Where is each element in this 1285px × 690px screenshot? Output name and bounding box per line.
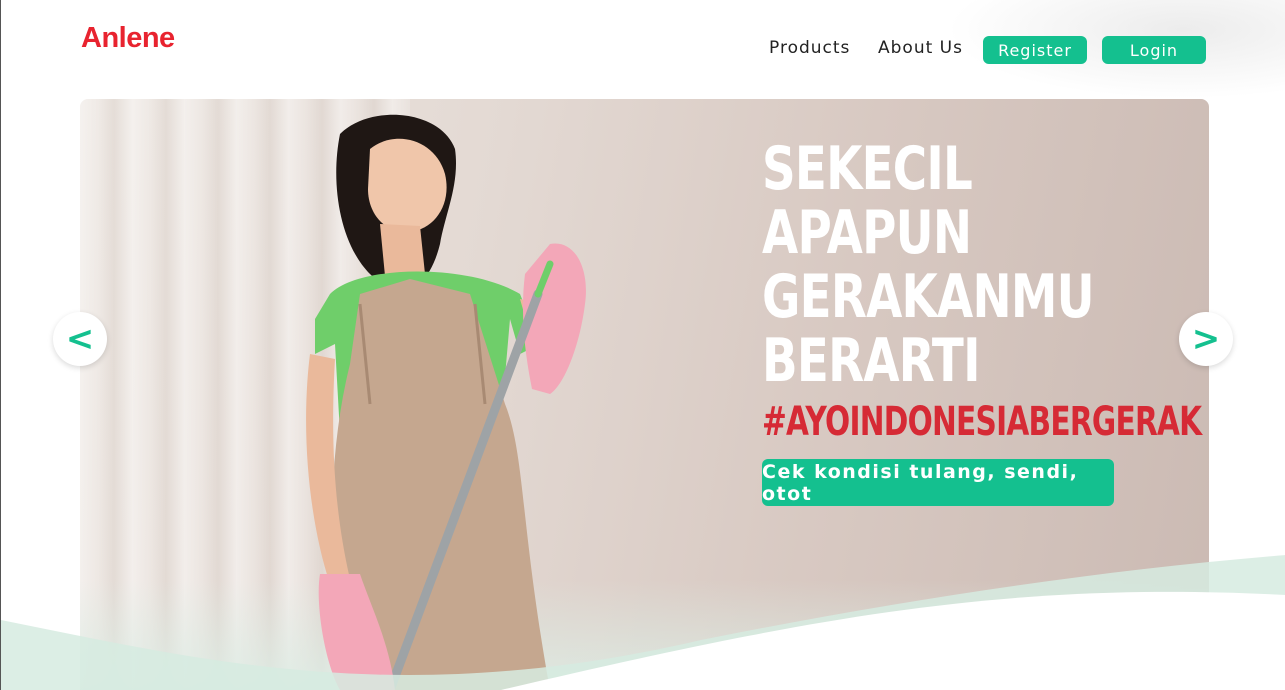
nav-products-link[interactable]: Products xyxy=(769,38,850,58)
woman-with-mop-image xyxy=(306,114,586,690)
register-button[interactable]: Register xyxy=(983,36,1087,64)
site-header: Anlene Products About Us Register Login xyxy=(1,0,1285,99)
chevron-left-icon: < xyxy=(65,319,95,359)
nav-about-link[interactable]: About Us xyxy=(878,38,963,58)
headline-line: GERAKANMU xyxy=(762,262,1095,332)
hero-headline: SEKECIL APAPUN GERAKANMU BERARTI xyxy=(762,134,1095,396)
hero-hashtag: #AYOINDONESIABERGERAK xyxy=(762,399,1202,445)
headline-line: BERARTI xyxy=(762,326,980,396)
chevron-right-icon: > xyxy=(1191,319,1221,359)
carousel-next-button[interactable]: > xyxy=(1179,312,1233,366)
hero-banner: SEKECIL APAPUN GERAKANMU BERARTI #AYOIND… xyxy=(80,99,1209,690)
carousel-prev-button[interactable]: < xyxy=(53,312,107,366)
anlene-logo[interactable]: Anlene xyxy=(81,22,175,55)
check-condition-button[interactable]: Cek kondisi tulang, sendi, otot xyxy=(762,459,1114,506)
login-button[interactable]: Login xyxy=(1102,36,1206,64)
headline-line: SEKECIL xyxy=(762,134,973,204)
headline-line: APAPUN xyxy=(762,198,972,268)
